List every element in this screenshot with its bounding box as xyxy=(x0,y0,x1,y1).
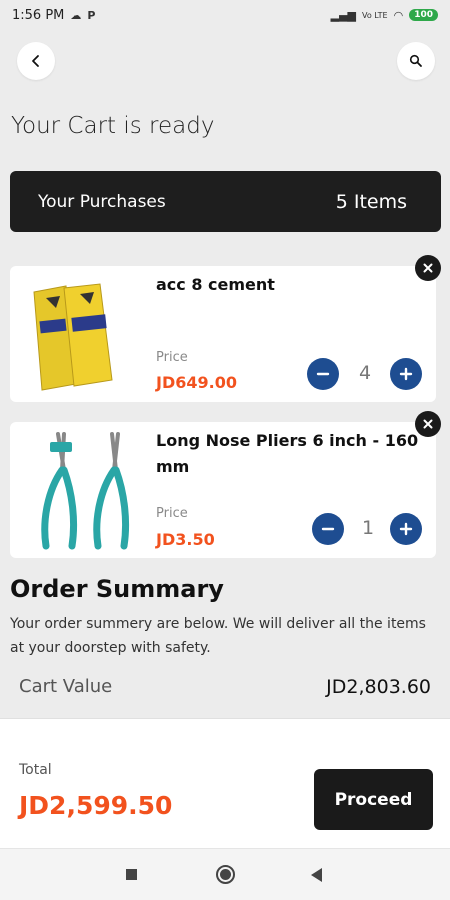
pliers-image xyxy=(41,432,130,550)
decrease-quantity-button[interactable] xyxy=(312,513,344,545)
purchases-label: Your Purchases xyxy=(38,191,166,212)
search-button[interactable] xyxy=(397,42,435,80)
checkout-panel: Total JD2,599.50 Proceed xyxy=(0,718,450,848)
plus-icon xyxy=(399,367,413,381)
close-icon xyxy=(423,419,433,429)
cart-item: Long Nose Pliers 6 inch - 160 mm Price J… xyxy=(10,422,436,558)
signal-icon: ▂▄▆ xyxy=(330,8,356,22)
total-amount: JD2,599.50 xyxy=(19,791,173,820)
price-label: Price xyxy=(156,506,188,521)
search-icon xyxy=(409,54,422,67)
total-label: Total xyxy=(19,762,52,778)
remove-item-button[interactable] xyxy=(415,411,441,437)
page-title: Your Cart is ready xyxy=(11,113,215,139)
cloud-icon: ☁ xyxy=(70,8,82,22)
cart-item: acc 8 cement Price JD649.00 4 xyxy=(10,266,436,402)
cart-value-label: Cart Value xyxy=(19,676,113,697)
recents-button[interactable] xyxy=(126,869,137,880)
minus-icon xyxy=(321,527,335,531)
decrease-quantity-button[interactable] xyxy=(307,358,339,390)
back-button[interactable] xyxy=(17,42,55,80)
system-nav-bar xyxy=(0,848,450,900)
increase-quantity-button[interactable] xyxy=(390,513,422,545)
wifi-icon: ◠ xyxy=(393,8,404,22)
carrier-icon: P xyxy=(87,8,96,22)
status-time: 1:56 PM xyxy=(12,7,65,23)
price-label: Price xyxy=(156,350,188,365)
top-bar xyxy=(0,40,450,90)
order-summary-description: Your order summery are below. We will de… xyxy=(10,616,426,656)
volte-icon: Vo LTE xyxy=(362,10,388,20)
status-bar: 1:56 PM ☁ P ▂▄▆ Vo LTE ◠ 100 xyxy=(0,0,450,30)
quantity-value: 4 xyxy=(358,362,372,384)
purchases-count: 5 Items xyxy=(335,190,407,213)
plus-icon xyxy=(399,522,413,536)
chevron-left-icon xyxy=(32,55,39,67)
purchases-bar: Your Purchases 5 Items xyxy=(10,171,441,232)
remove-item-button[interactable] xyxy=(415,255,441,281)
item-price: JD649.00 xyxy=(156,373,237,392)
item-name: acc 8 cement xyxy=(156,275,275,294)
cart-value-amount: JD2,803.60 xyxy=(326,676,431,698)
system-back-button[interactable] xyxy=(311,868,322,882)
battery-icon: 100 xyxy=(409,9,438,21)
increase-quantity-button[interactable] xyxy=(390,358,422,390)
cement-bag-image xyxy=(33,283,113,391)
order-summary-title: Order Summary xyxy=(10,575,224,603)
close-icon xyxy=(423,263,433,273)
item-name: Long Nose Pliers 6 inch - 160 mm xyxy=(156,431,419,476)
proceed-button[interactable]: Proceed xyxy=(314,769,433,830)
home-button[interactable] xyxy=(216,865,235,884)
item-price: JD3.50 xyxy=(156,530,215,549)
quantity-value: 1 xyxy=(361,517,375,539)
minus-icon xyxy=(316,372,330,376)
